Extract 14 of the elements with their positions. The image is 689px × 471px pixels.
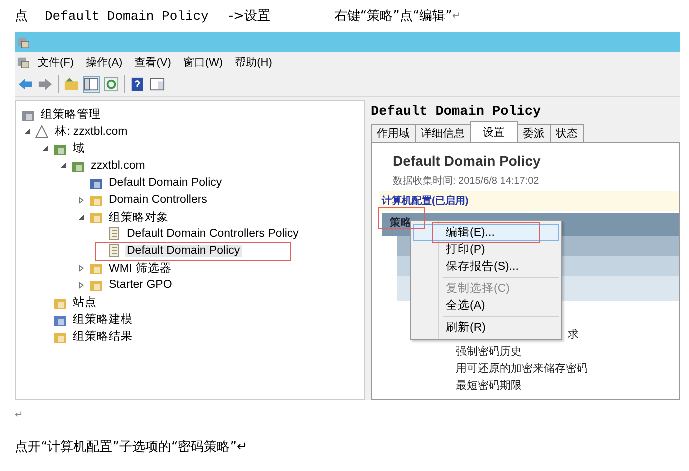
policy-row-text: 求 [568, 328, 579, 343]
policy-row-text: 强制密码历史 [456, 344, 522, 360]
pane-title: Default Domain Policy [370, 104, 542, 122]
collection-time: 数据收集时间: 2015/6/8 14:17:02 [392, 174, 540, 188]
paragraph-mark: ↵ [15, 410, 24, 420]
heading-text: 右键“策略”点“编辑” [334, 8, 452, 25]
paragraph-mark: ↵ [452, 10, 461, 22]
heading-text: ->设置 [228, 8, 270, 25]
policy-row-text: 用可还原的加密来储存密码 [456, 362, 588, 377]
heading-text: 点 [15, 8, 28, 25]
caption-text: 点开“计算机配置”子选项的“密码策略”↵ [14, 439, 249, 456]
report-title: Default Domain Policy [392, 153, 542, 169]
heading-text: Default Domain Policy [45, 8, 209, 24]
policy-row-text: 最短密码期限 [456, 378, 522, 394]
